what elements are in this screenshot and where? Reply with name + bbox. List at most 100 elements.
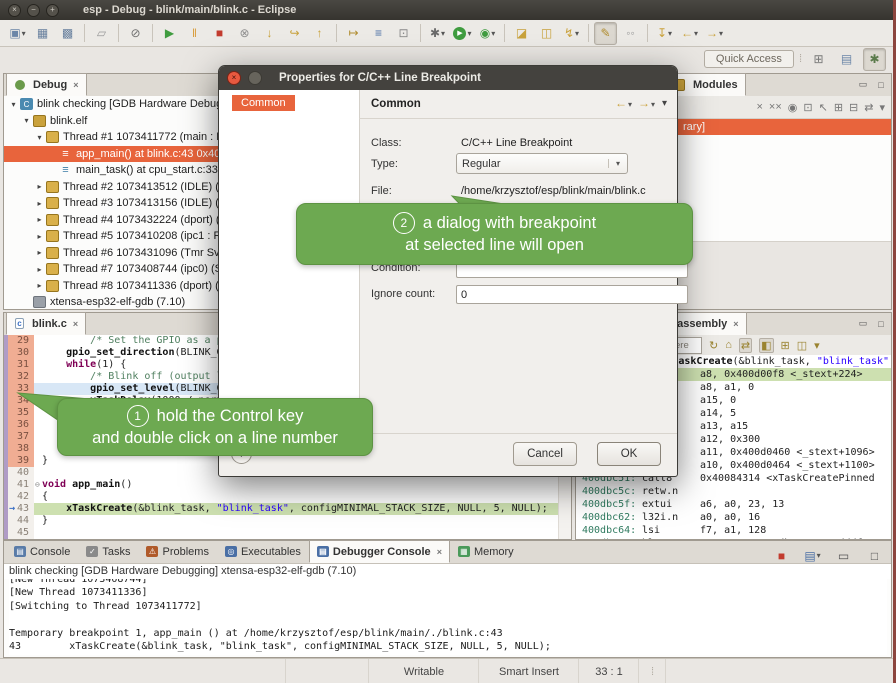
collapse-icon[interactable]: ▾ bbox=[21, 116, 32, 125]
modules-selected-row[interactable]: rary] bbox=[661, 119, 891, 135]
line-number[interactable]: 29 bbox=[4, 335, 34, 347]
editor-line-44[interactable]: 44} bbox=[4, 515, 571, 527]
fold-icon[interactable]: ⊖ bbox=[35, 480, 40, 490]
line-number[interactable]: 37 bbox=[4, 431, 34, 443]
line-number[interactable]: 38 bbox=[4, 443, 34, 455]
external-tools-button[interactable]: ◉▾ bbox=[476, 22, 499, 45]
remove-all-icon[interactable]: ×× bbox=[769, 101, 782, 113]
save-all-button[interactable]: ▩ bbox=[56, 22, 79, 45]
minimize-icon[interactable]: ▭ bbox=[855, 77, 871, 92]
last-edit-location-button[interactable]: ↧▾ bbox=[653, 22, 676, 45]
next-annotation-button[interactable]: ◦◦ bbox=[619, 22, 642, 45]
step-filters-button[interactable]: ⊡ bbox=[392, 22, 415, 45]
tab-debugger-console[interactable]: ▤Debugger Console× bbox=[309, 540, 450, 563]
window-maximize-icon[interactable]: + bbox=[46, 4, 59, 17]
show-source-icon[interactable]: ◧ bbox=[759, 338, 773, 353]
back-icon[interactable]: ←▾ bbox=[615, 96, 632, 110]
editor-line-42[interactable]: 42{ bbox=[4, 491, 571, 503]
line-number[interactable]: 32 bbox=[4, 371, 34, 383]
load-symbols-icon[interactable]: ⊡ bbox=[803, 101, 812, 114]
tab-console[interactable]: ▤Console bbox=[6, 540, 78, 563]
window-close-icon[interactable]: × bbox=[8, 4, 21, 17]
line-number[interactable]: 36 bbox=[4, 419, 34, 431]
link-view-icon[interactable]: ⇄ bbox=[864, 101, 873, 114]
cancel-button[interactable]: Cancel bbox=[513, 442, 577, 466]
forward-button[interactable]: →▾ bbox=[703, 22, 726, 45]
disassembly-instruction[interactable]: 400dbc67:blta0, a7, 0x400dbc81 <__adddf3… bbox=[576, 537, 891, 539]
instruction-stepping-mode-button[interactable]: ≡ bbox=[367, 22, 390, 45]
new-binary-button[interactable]: ▱ bbox=[90, 22, 113, 45]
debug-perspective-button[interactable]: ✱ bbox=[863, 48, 886, 71]
tab-memory[interactable]: ▦Memory bbox=[450, 540, 522, 563]
line-number[interactable]: 41 bbox=[4, 479, 34, 491]
line-number[interactable]: 31 bbox=[4, 359, 34, 371]
maximize-icon[interactable]: □ bbox=[873, 77, 889, 92]
tab-problems[interactable]: ⚠Problems bbox=[138, 540, 216, 563]
ignore-count-input[interactable] bbox=[456, 285, 688, 304]
expand-icon[interactable]: ▸ bbox=[34, 248, 45, 257]
save-button[interactable]: ▦ bbox=[31, 22, 54, 45]
collapse-icon[interactable]: ▾ bbox=[34, 133, 45, 142]
refresh-icon[interactable]: ↻ bbox=[709, 339, 718, 352]
dialog-close-icon[interactable]: × bbox=[227, 71, 241, 85]
step-over-button[interactable]: ↪ bbox=[283, 22, 306, 45]
expand-all-icon[interactable]: ⊞ bbox=[834, 101, 843, 114]
open-perspective-button[interactable]: ⊞ bbox=[807, 48, 830, 71]
instruction-step-button[interactable]: ↦ bbox=[342, 22, 365, 45]
collapse-icon[interactable]: ▾ bbox=[8, 100, 19, 109]
pin-icon[interactable]: ◫ bbox=[797, 339, 807, 352]
close-icon[interactable]: × bbox=[733, 319, 738, 329]
tab-tasks[interactable]: ✓Tasks bbox=[78, 540, 138, 563]
close-icon[interactable]: × bbox=[73, 319, 78, 329]
open-folder-button[interactable]: ◪ bbox=[510, 22, 533, 45]
close-icon[interactable]: × bbox=[437, 547, 442, 557]
disassembly-instruction[interactable]: 400dbc5c:retw.n bbox=[576, 485, 891, 498]
suspend-button[interactable]: ‖ bbox=[183, 22, 206, 45]
view-menu-icon[interactable]: ▾ bbox=[662, 98, 667, 109]
skip-all-breakpoints-button[interactable]: ⊘ bbox=[124, 22, 147, 45]
new-button[interactable]: ▣▾ bbox=[6, 22, 29, 45]
console-output[interactable]: [New Thread 1073408744][New Thread 10734… bbox=[9, 579, 887, 655]
terminate-button[interactable]: ■ bbox=[208, 22, 231, 45]
view-menu-icon[interactable]: ▾ bbox=[814, 339, 820, 352]
step-into-button[interactable]: ↓ bbox=[258, 22, 281, 45]
tab-blink-c[interactable]: c blink.c × bbox=[6, 312, 86, 335]
home-icon[interactable]: ⌂ bbox=[725, 339, 732, 351]
flash-button[interactable]: ↯▾ bbox=[560, 22, 583, 45]
expand-icon[interactable]: ▸ bbox=[34, 199, 45, 208]
forward-icon[interactable]: →▾ bbox=[638, 96, 655, 110]
line-number[interactable]: 44 bbox=[4, 515, 34, 527]
sidebar-item-common[interactable]: Common bbox=[232, 95, 295, 111]
symbols-icon[interactable]: ◉ bbox=[788, 101, 798, 114]
minimize-icon[interactable]: ▭ bbox=[855, 316, 871, 331]
editor-line-43[interactable]: 43→ xTaskCreate(&blink_task, "blink_task… bbox=[4, 503, 571, 515]
expand-icon[interactable]: ▸ bbox=[34, 215, 45, 224]
disassembly-instruction[interactable]: 400dbc64:lsif7, a1, 128 bbox=[576, 524, 891, 537]
run-button[interactable]: ▶▾ bbox=[451, 22, 474, 45]
tab-executables[interactable]: ◎Executables bbox=[217, 540, 309, 563]
maximize-icon[interactable]: □ bbox=[873, 316, 889, 331]
back-button[interactable]: ←▾ bbox=[678, 22, 701, 45]
collapse-all-icon[interactable]: ⊟ bbox=[849, 101, 858, 114]
sync-selection-icon[interactable]: ⇄ bbox=[739, 338, 752, 353]
disassembly-instruction[interactable]: 400dbc62:l32i.na0, a0, 16 bbox=[576, 511, 891, 524]
remove-icon[interactable]: × bbox=[756, 101, 762, 113]
editor-line-45[interactable]: 45 bbox=[4, 527, 571, 539]
tab-debug[interactable]: Debug × bbox=[6, 73, 87, 96]
editor-line-41[interactable]: 41⊖void app_main() bbox=[4, 479, 571, 491]
line-number[interactable]: 33 bbox=[4, 383, 34, 395]
expand-icon[interactable]: ▸ bbox=[34, 232, 45, 241]
disconnect-button[interactable]: ⊗ bbox=[233, 22, 256, 45]
disassembly-instruction[interactable]: 400dbc5f:extuia6, a0, 23, 13 bbox=[576, 498, 891, 511]
cpp-perspective-button[interactable]: ▤ bbox=[835, 48, 858, 71]
line-number[interactable]: 40 bbox=[4, 467, 34, 479]
expand-icon[interactable]: ▸ bbox=[34, 182, 45, 191]
line-number[interactable]: 42 bbox=[4, 491, 34, 503]
line-number[interactable]: 39 bbox=[4, 455, 34, 467]
expand-icon[interactable]: ▸ bbox=[34, 281, 45, 290]
quick-access-box[interactable]: Quick Access bbox=[704, 50, 794, 68]
open-project-button[interactable]: ◫ bbox=[535, 22, 558, 45]
line-number[interactable]: 35 bbox=[4, 407, 34, 419]
expand-icon[interactable]: ▸ bbox=[34, 265, 45, 274]
line-number[interactable]: 34 bbox=[4, 395, 34, 407]
